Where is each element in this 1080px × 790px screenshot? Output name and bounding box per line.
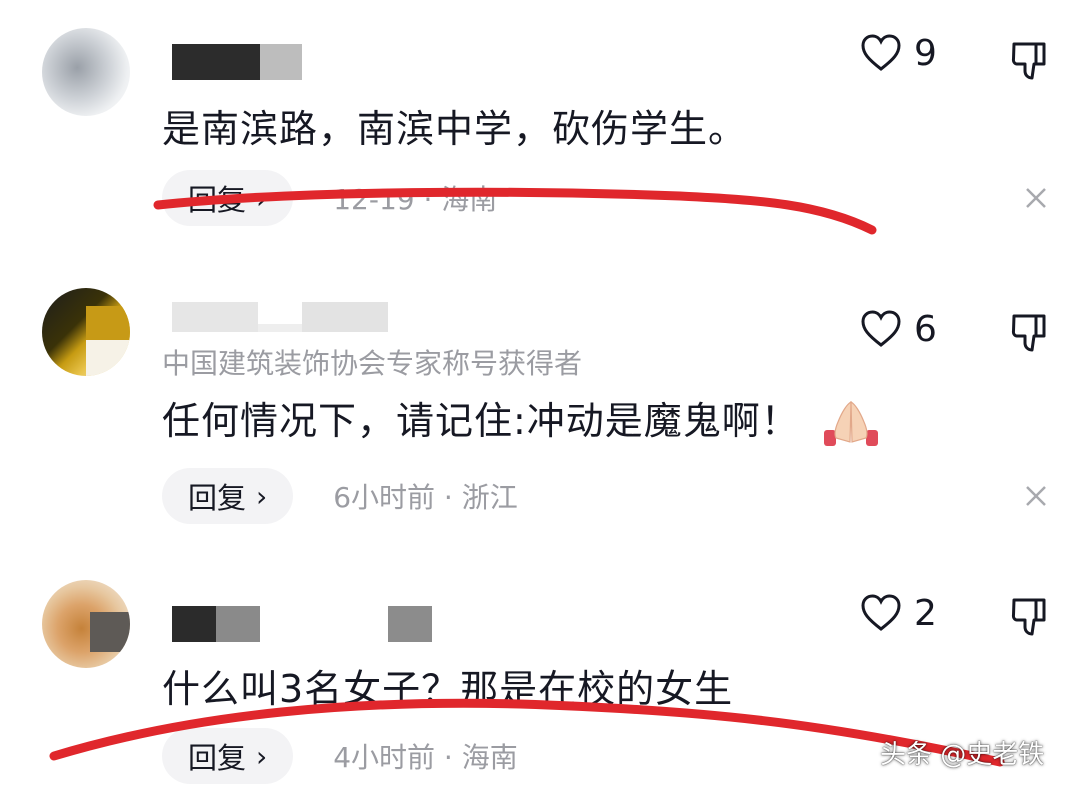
comment-meta: 回复 › 4小时前 · 海南 — [162, 728, 518, 784]
dislike-icon[interactable] — [1008, 40, 1050, 82]
like-button[interactable]: 2 — [860, 588, 937, 638]
comment-time-location: 12-19 · 海南 — [333, 183, 498, 216]
chevron-right-icon: › — [256, 739, 268, 773]
like-button[interactable]: 9 — [860, 28, 937, 78]
reply-button[interactable]: 回复 › — [162, 468, 294, 524]
dislike-icon[interactable] — [1008, 312, 1050, 354]
comment-text: 是南滨路，南滨中学，砍伤学生。 — [162, 107, 748, 151]
comment-time-location: 4小时前 · 海南 — [333, 741, 518, 774]
comment-text: 任何情况下，请记住:冲动是魔鬼啊！ — [162, 390, 880, 448]
close-icon[interactable] — [1024, 484, 1048, 508]
reply-button[interactable]: 回复 › — [162, 728, 294, 784]
comment-1: 9 是南滨路，南滨中学，砍伤学生。 回复 › 12-19 · 海南 — [0, 20, 1080, 250]
reply-label: 回复 — [188, 183, 247, 217]
username-redacted — [172, 302, 388, 338]
like-count: 6 — [914, 308, 937, 350]
close-icon[interactable] — [1024, 186, 1048, 210]
comment-meta: 回复 › 6小时前 · 浙江 — [162, 468, 518, 524]
username-redacted — [172, 606, 432, 642]
avatar[interactable] — [42, 580, 130, 668]
avatar[interactable] — [42, 288, 130, 376]
folded-hands-emoji-icon — [823, 400, 878, 446]
reply-label: 回复 — [188, 741, 247, 775]
dislike-icon[interactable] — [1008, 596, 1050, 638]
username-redacted — [172, 44, 302, 80]
avatar[interactable] — [42, 28, 130, 116]
comment-meta: 回复 › 12-19 · 海南 — [162, 170, 497, 226]
like-count: 2 — [914, 592, 937, 634]
chevron-right-icon: › — [256, 479, 268, 513]
reply-button[interactable]: 回复 › — [162, 170, 294, 226]
reply-label: 回复 — [188, 481, 247, 515]
heart-icon — [861, 34, 901, 71]
chevron-right-icon: › — [256, 181, 268, 215]
comment-2: 中国建筑装饰协会专家称号获得者 6 任何情况下，请记住:冲动是魔鬼啊！ 回复 ›… — [0, 282, 1080, 532]
heart-icon — [861, 594, 901, 631]
comment-text: 什么叫3名女子？那是在校的女生 — [162, 667, 734, 711]
watermark: 头条 @史老铁 — [880, 740, 1045, 770]
like-button[interactable]: 6 — [860, 304, 937, 354]
comment-time-location: 6小时前 · 浙江 — [333, 481, 518, 514]
user-title: 中国建筑装饰协会专家称号获得者 — [162, 347, 583, 380]
heart-icon — [861, 310, 901, 347]
like-count: 9 — [914, 32, 937, 74]
comment-text-content: 任何情况下，请记住:冲动是魔鬼啊！ — [162, 399, 800, 443]
